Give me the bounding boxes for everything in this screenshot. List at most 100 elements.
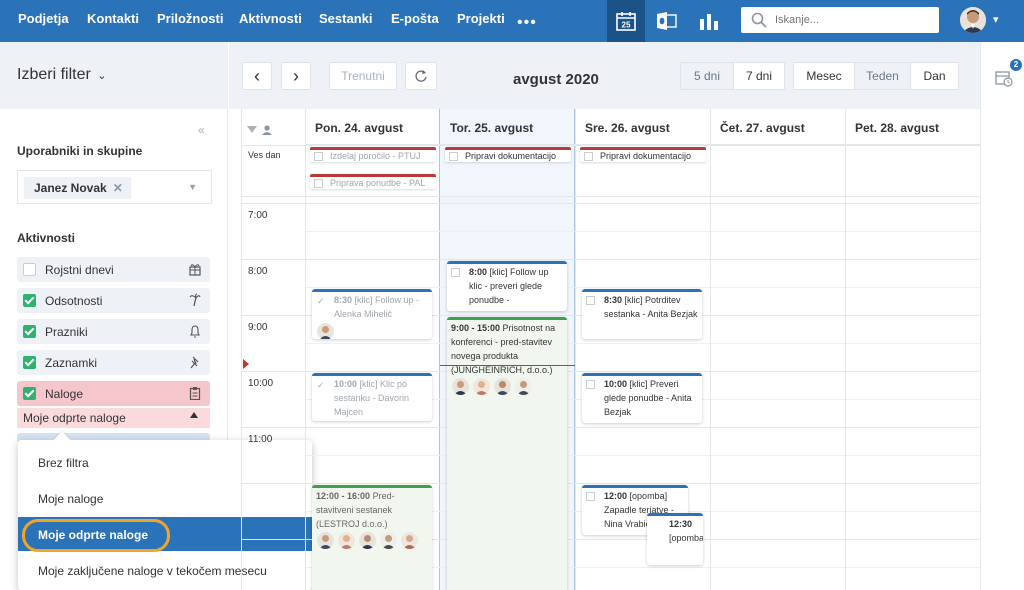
view-7-days[interactable]: 7 dni bbox=[733, 62, 785, 90]
chevron-down-icon[interactable]: ▾ bbox=[993, 13, 999, 26]
reports-nav-button[interactable] bbox=[690, 0, 728, 42]
event-wed-1000[interactable]: 10:00 [klic] Preveri glede ponudbe - Ani… bbox=[582, 373, 702, 423]
sort-users-control[interactable] bbox=[247, 122, 273, 140]
event-mon-1200[interactable]: 12:00 - 16:00 Pred-stavitveni sestanek (… bbox=[312, 485, 432, 590]
prev-week-button[interactable]: ‹ bbox=[242, 62, 272, 90]
time-label: 10:00 bbox=[248, 378, 274, 389]
task-checkbox[interactable] bbox=[586, 296, 595, 305]
grid-half-line bbox=[305, 287, 980, 288]
avatar bbox=[515, 378, 532, 395]
nav-kontakti[interactable]: Kontakti bbox=[87, 0, 139, 42]
filter-selector[interactable]: Izberi filter ⌄ bbox=[17, 66, 106, 84]
bar-chart-icon bbox=[700, 14, 718, 30]
event-tue-800[interactable]: 8:00 [klic] Follow up klic - preveri gle… bbox=[447, 261, 567, 311]
avatar bbox=[473, 378, 490, 395]
chevron-right-icon: › bbox=[293, 66, 299, 86]
users-select[interactable]: Janez Novak ✕ ▼ bbox=[17, 170, 212, 204]
collapse-panel-icon[interactable]: « bbox=[198, 123, 205, 137]
event-tue-900[interactable]: 9:00 - 15:00 Prisotnost na konferenci - … bbox=[447, 317, 567, 590]
avatar bbox=[359, 532, 376, 549]
reminders-button[interactable] bbox=[995, 69, 1013, 92]
caret-down-icon[interactable]: ▼ bbox=[188, 182, 197, 192]
remove-user-icon[interactable]: ✕ bbox=[113, 181, 123, 195]
activity-odsotnosti[interactable]: Odsotnosti bbox=[17, 288, 210, 313]
view-month[interactable]: Mesec bbox=[793, 62, 855, 90]
nav-aktivnosti[interactable]: Aktivnosti bbox=[239, 0, 302, 42]
allday-event[interactable]: Priprava ponudbe - PAL bbox=[310, 174, 436, 189]
users-section-title: Uporabniki in skupine bbox=[17, 144, 143, 158]
event-mon-830[interactable]: ✓ 8:30 [klic] Follow up - Alenka Mihelič bbox=[312, 289, 432, 339]
event-mon-1000[interactable]: ✓ 10:00 [klic] Klic po sestanku - Davori… bbox=[312, 373, 432, 421]
activity-rojstni-dnevi[interactable]: Rojstni dnevi bbox=[17, 257, 210, 282]
user-avatar[interactable] bbox=[960, 7, 986, 33]
time-label: 8:00 bbox=[248, 266, 268, 277]
allday-event[interactable]: Izdelaj poročilo - PTUJ bbox=[310, 147, 436, 162]
avatar-image bbox=[960, 7, 986, 33]
nav-more-button[interactable]: ••• bbox=[517, 14, 537, 32]
caret-up-icon bbox=[190, 412, 198, 418]
next-week-button[interactable]: › bbox=[281, 62, 311, 90]
activity-checkbox[interactable] bbox=[23, 325, 36, 338]
avatar bbox=[338, 532, 355, 549]
task-checkbox[interactable] bbox=[586, 380, 595, 389]
activity-checkbox[interactable] bbox=[23, 263, 36, 276]
check-icon: ✓ bbox=[317, 380, 325, 390]
activity-label: Prazniki bbox=[45, 325, 88, 339]
view-5-days[interactable]: 5 dni bbox=[680, 62, 734, 90]
filter-title: Izberi filter bbox=[17, 66, 91, 83]
task-checkbox[interactable] bbox=[314, 179, 323, 188]
nav-projekti[interactable]: Projekti bbox=[457, 0, 505, 42]
search-input[interactable] bbox=[775, 11, 925, 29]
allday-label: Ves dan bbox=[248, 150, 281, 160]
task-checkbox[interactable] bbox=[584, 152, 593, 161]
task-checkbox[interactable] bbox=[451, 268, 460, 277]
activity-naloge[interactable]: Naloge bbox=[17, 381, 210, 406]
avatar bbox=[380, 532, 397, 549]
chevron-down-icon: ⌄ bbox=[97, 70, 107, 82]
event-wed-830[interactable]: 8:30 [klic] Potrditev sestanka - Anita B… bbox=[582, 289, 702, 339]
check-icon: ✓ bbox=[317, 296, 325, 306]
filter-header: Izberi filter ⌄ bbox=[0, 42, 228, 109]
nav-e-posta[interactable]: E-pošta bbox=[391, 0, 439, 42]
nav-sestanki[interactable]: Sestanki bbox=[319, 0, 372, 42]
option-label: Moje odprte naloge bbox=[38, 528, 149, 542]
nav-podjetja[interactable]: Podjetja bbox=[18, 0, 69, 42]
day-header-thursday[interactable]: Čet. 27. avgust bbox=[710, 109, 845, 145]
allday-event[interactable]: Pripravi dokumentacijo bbox=[445, 147, 571, 162]
refresh-button[interactable] bbox=[405, 62, 437, 90]
activity-label: Zaznamki bbox=[45, 356, 98, 370]
day-header-monday[interactable]: Pon. 24. avgust bbox=[305, 109, 440, 145]
time-label: 7:00 bbox=[248, 210, 268, 221]
search-box[interactable] bbox=[741, 7, 939, 33]
view-week[interactable]: Teden bbox=[854, 62, 911, 90]
day-header-tuesday[interactable]: Tor. 25. avgust bbox=[440, 109, 575, 145]
allday-event[interactable]: Pripravi dokumentacijo bbox=[580, 147, 706, 162]
day-header-friday[interactable]: Pet. 28. avgust bbox=[845, 109, 980, 145]
grid-half-line bbox=[305, 231, 980, 232]
activity-checkbox[interactable] bbox=[23, 356, 36, 369]
time-label: 9:00 bbox=[248, 322, 268, 333]
notification-badge: 2 bbox=[1010, 59, 1022, 71]
nav-priloznosti[interactable]: Priložnosti bbox=[157, 0, 223, 42]
outlook-nav-button[interactable] bbox=[648, 0, 686, 42]
activity-zaznamki[interactable]: Zaznamki bbox=[17, 350, 210, 375]
event-wed-1230[interactable]: 12:30 [opomba] bbox=[647, 513, 703, 565]
avatar bbox=[317, 532, 334, 549]
tasks-subfilter-select[interactable]: Moje odprte naloge bbox=[17, 408, 210, 428]
activity-prazniki[interactable]: Prazniki bbox=[17, 319, 210, 344]
bell-icon bbox=[190, 325, 200, 338]
activity-checkbox[interactable] bbox=[23, 294, 36, 307]
today-button[interactable]: Trenutni bbox=[329, 62, 397, 90]
current-time-line bbox=[440, 365, 575, 366]
avatar bbox=[317, 323, 334, 339]
day-header-wednesday[interactable]: Sre. 26. avgust bbox=[575, 109, 710, 145]
grid-line bbox=[241, 259, 980, 260]
activity-label: Naloge bbox=[45, 387, 84, 401]
task-checkbox[interactable] bbox=[586, 492, 595, 501]
calendar-nav-button[interactable]: 25 bbox=[607, 0, 645, 42]
task-checkbox[interactable] bbox=[449, 152, 458, 161]
activity-checkbox[interactable] bbox=[23, 387, 36, 400]
task-checkbox[interactable] bbox=[314, 152, 323, 161]
view-day[interactable]: Dan bbox=[910, 62, 959, 90]
option-label: Brez filtra bbox=[38, 456, 89, 470]
